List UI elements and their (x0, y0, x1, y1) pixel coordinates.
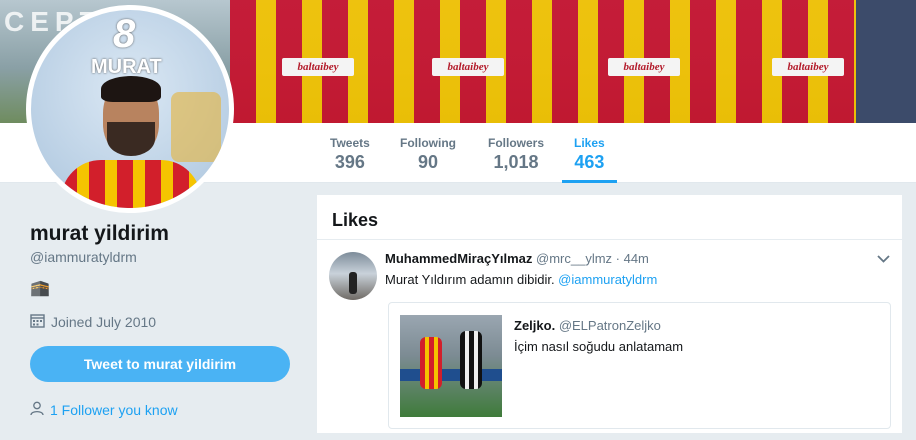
likes-timeline: Likes MuhammedMiraçYılmaz @mrc__ylmz · 4… (316, 194, 903, 434)
nav-label: Following (400, 136, 456, 150)
quoted-author-name: Zeljko. (514, 318, 556, 333)
avatar-club-crest (171, 92, 221, 162)
avatar-jersey (61, 160, 201, 208)
tweet-header: MuhammedMiraçYılmaz @mrc__ylmz · 44m (385, 250, 890, 268)
tweet-text: Murat Yıldırım adamın dibidir. @iammurat… (385, 271, 890, 289)
banner-sponsor-logo: baltaibey (772, 58, 844, 76)
person-icon (30, 401, 44, 419)
followers-you-know-text: 1 Follower you know (50, 402, 178, 418)
quoted-author-handle: @ELPatronZeljko (558, 318, 661, 333)
tweet-item[interactable]: MuhammedMiraçYılmaz @mrc__ylmz · 44m Mur… (317, 240, 902, 440)
nav-label: Likes (574, 136, 605, 150)
banner-right-figure (856, 0, 916, 123)
calendar-icon (30, 313, 45, 331)
nav-following[interactable]: Following 90 (400, 136, 456, 173)
chevron-down-icon[interactable] (877, 250, 890, 266)
profile-name[interactable]: murat yildirim (30, 222, 169, 246)
nav-label: Tweets (330, 136, 370, 150)
nav-label: Followers (488, 136, 545, 150)
tweet-to-button[interactable]: Tweet to murat yildirim (30, 346, 290, 382)
tweet-author-meta[interactable]: @mrc__ylmz · 44m (536, 251, 649, 266)
profile-avatar[interactable]: 8 MURAT (26, 5, 234, 213)
nav-tweets[interactable]: Tweets 396 (330, 136, 370, 173)
banner-sponsor-logo: baltaibey (282, 58, 354, 76)
profile-joined: Joined July 2010 (30, 313, 156, 331)
nav-count: 1,018 (493, 152, 539, 172)
tweet-author-avatar[interactable] (329, 252, 377, 300)
profile-bio: 🕋 (30, 280, 50, 297)
profile-handle[interactable]: @iammuratyldrm (30, 249, 137, 265)
avatar-beard (107, 122, 155, 156)
banner-sponsor-logo: baltaibey (608, 58, 680, 76)
joined-text: Joined July 2010 (51, 314, 157, 330)
tweet-body: Murat Yıldırım adamın dibidir. (385, 272, 559, 287)
avatar-hair (101, 76, 161, 102)
quoted-tweet-header: Zeljko. @ELPatronZeljko (514, 318, 661, 333)
quoted-tweet-text: İçim nasıl soğudu anlatamam (514, 339, 684, 354)
quoted-tweet-image[interactable] (400, 315, 502, 417)
nav-followers[interactable]: Followers 1,018 (488, 136, 544, 173)
nav-count: 90 (417, 152, 439, 172)
nav-likes[interactable]: Likes 463 (562, 136, 617, 183)
quoted-tweet[interactable]: Zeljko. @ELPatronZeljko İçim nasıl soğud… (388, 302, 891, 429)
tweet-author-name[interactable]: MuhammedMiraçYılmaz (385, 251, 532, 266)
timeline-title: Likes (317, 195, 902, 240)
tweet-mention[interactable]: @iammuratyldrm (558, 272, 657, 287)
followers-you-know-link[interactable]: 1 Follower you know (30, 401, 178, 419)
nav-count: 463 (574, 152, 605, 172)
banner-sponsor-logo: baltaibey (432, 58, 504, 76)
nav-count: 396 (334, 152, 365, 172)
avatar-jersey-number: 8 (113, 12, 136, 56)
